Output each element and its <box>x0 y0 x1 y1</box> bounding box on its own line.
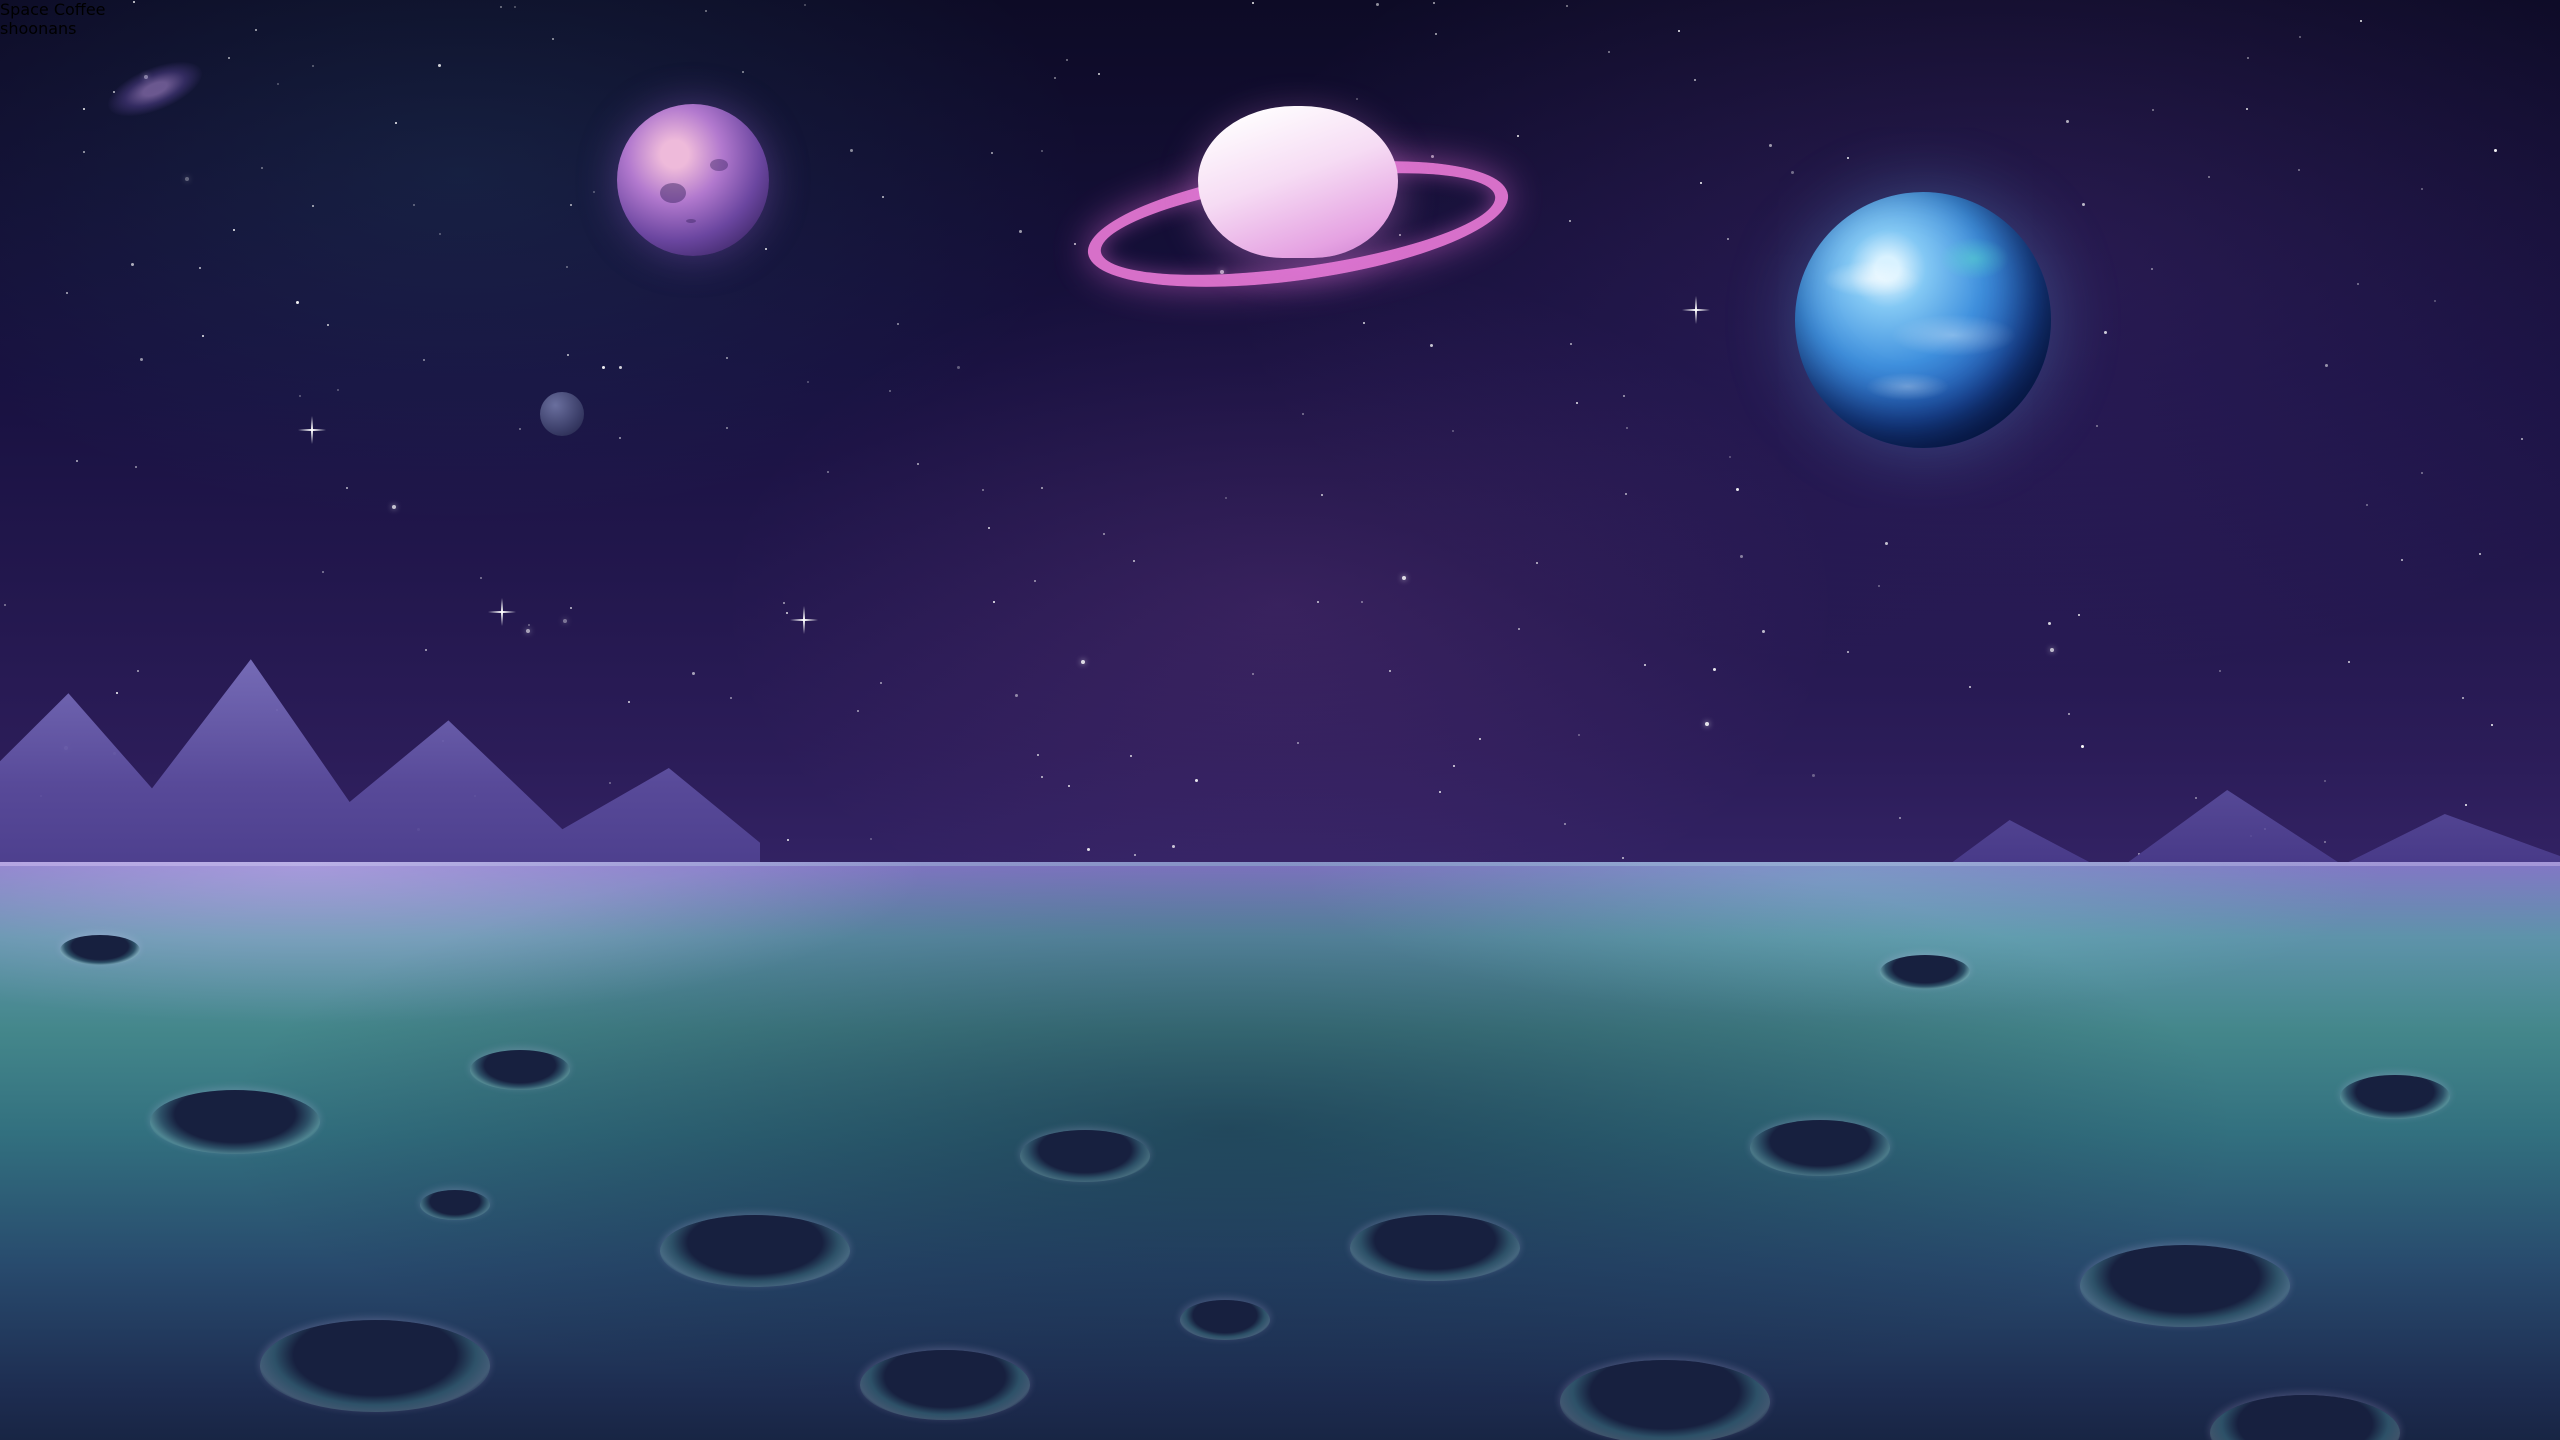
neon-window-text: sh <box>0 19 18 38</box>
space-coffee-sign: Space Coffee <box>0 0 2560 19</box>
sign-text: Space Coffee <box>0 0 106 19</box>
space-coffee-shop: Space Coffee shoonans <box>0 0 2560 1440</box>
floating-cup <box>1198 106 1398 258</box>
desktop-wallpaper[interactable]: Space Coffee shoonans <box>0 0 2560 1440</box>
shop-window: shoonans <box>0 19 2560 38</box>
neon-window-text: oon <box>18 19 48 38</box>
neon-window-text: ans <box>48 19 76 38</box>
